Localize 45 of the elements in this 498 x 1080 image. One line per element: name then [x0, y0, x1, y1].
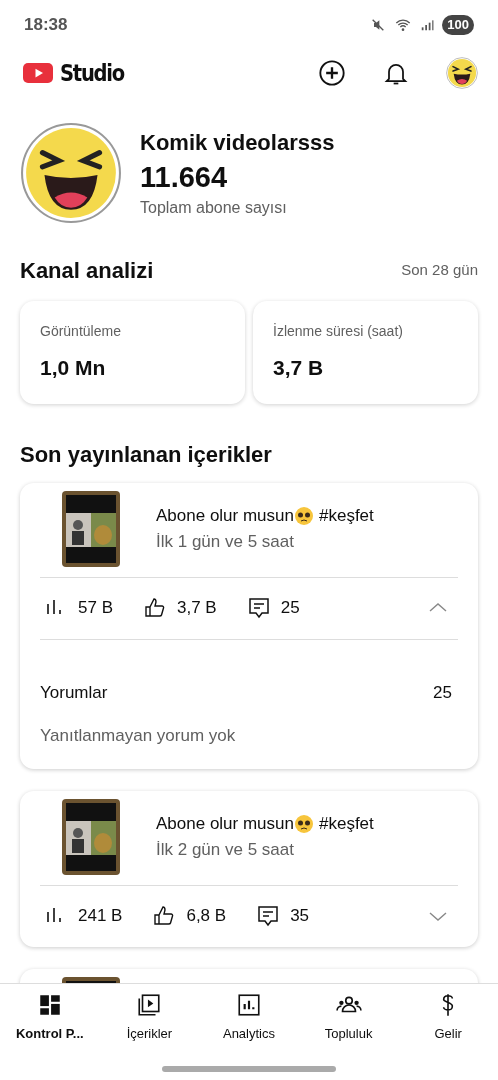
- add-icon[interactable]: [318, 59, 346, 87]
- channel-name: Komik videolarsss: [140, 128, 335, 157]
- thumbs-up-icon: [143, 596, 167, 620]
- video-title: Abone olur musun: [156, 813, 294, 835]
- subscriber-count: 11.664: [140, 159, 229, 195]
- video-period: İlk 2 gün ve 5 saat: [156, 838, 295, 861]
- video-library-icon: [136, 992, 163, 1018]
- battery-level: 100: [442, 15, 474, 35]
- channel-avatar-icon: [20, 122, 122, 224]
- comments-count: 25: [433, 681, 452, 704]
- comment-icon: [256, 904, 281, 928]
- nav-tab[interactable]: İçerikler: [99, 992, 200, 1066]
- hashtag-text: #keşfet: [319, 505, 374, 527]
- stat-count: 57 B: [78, 597, 113, 620]
- section-title: Son yayınlanan içerikler: [20, 440, 273, 469]
- nav-tab[interactable]: Topluluk: [298, 992, 399, 1066]
- comments-note: Yanıtlanmayan yorum yok: [40, 725, 237, 747]
- stat-count: 6,8 B: [186, 905, 227, 928]
- subscriber-label: Toplam abone sayısı: [140, 198, 288, 219]
- signal-icon: [420, 17, 435, 33]
- stat-count: 3,7 B: [177, 597, 217, 620]
- stat-count: 25: [280, 597, 300, 620]
- video-period: İlk 1 gün ve 5 saat: [156, 530, 295, 553]
- pleading-face-icon: [294, 813, 314, 834]
- logo-text: Studio: [60, 58, 124, 88]
- comment-icon: [246, 596, 271, 620]
- nav-tab[interactable]: Gelir: [398, 992, 498, 1066]
- comments-label: Yorumlar: [40, 681, 108, 704]
- stat-value: 1,0 Mn: [40, 355, 107, 381]
- clock-time: 18:38: [24, 14, 68, 37]
- period-label: Son 28 gün: [401, 260, 478, 281]
- chart-icon: [236, 992, 262, 1018]
- stat-value: 3,7 B: [273, 355, 325, 381]
- stat-count: 35: [290, 905, 310, 928]
- video-title: Abone olur musun: [156, 505, 294, 527]
- stat-count: 241 B: [78, 905, 123, 928]
- stat-label: İzlenme süresi (saat): [273, 322, 404, 341]
- section-title: Kanal analizi: [20, 257, 154, 285]
- nav-tab[interactable]: Analytics: [199, 992, 299, 1066]
- wifi-icon: [394, 17, 413, 33]
- hashtag-text: #keşfet: [319, 813, 374, 835]
- pleading-face-icon: [294, 505, 314, 526]
- avatar-icon[interactable]: [446, 57, 478, 89]
- nav-tab[interactable]: Kontrol P...: [0, 992, 100, 1066]
- stat-label: Görüntüleme: [40, 322, 122, 341]
